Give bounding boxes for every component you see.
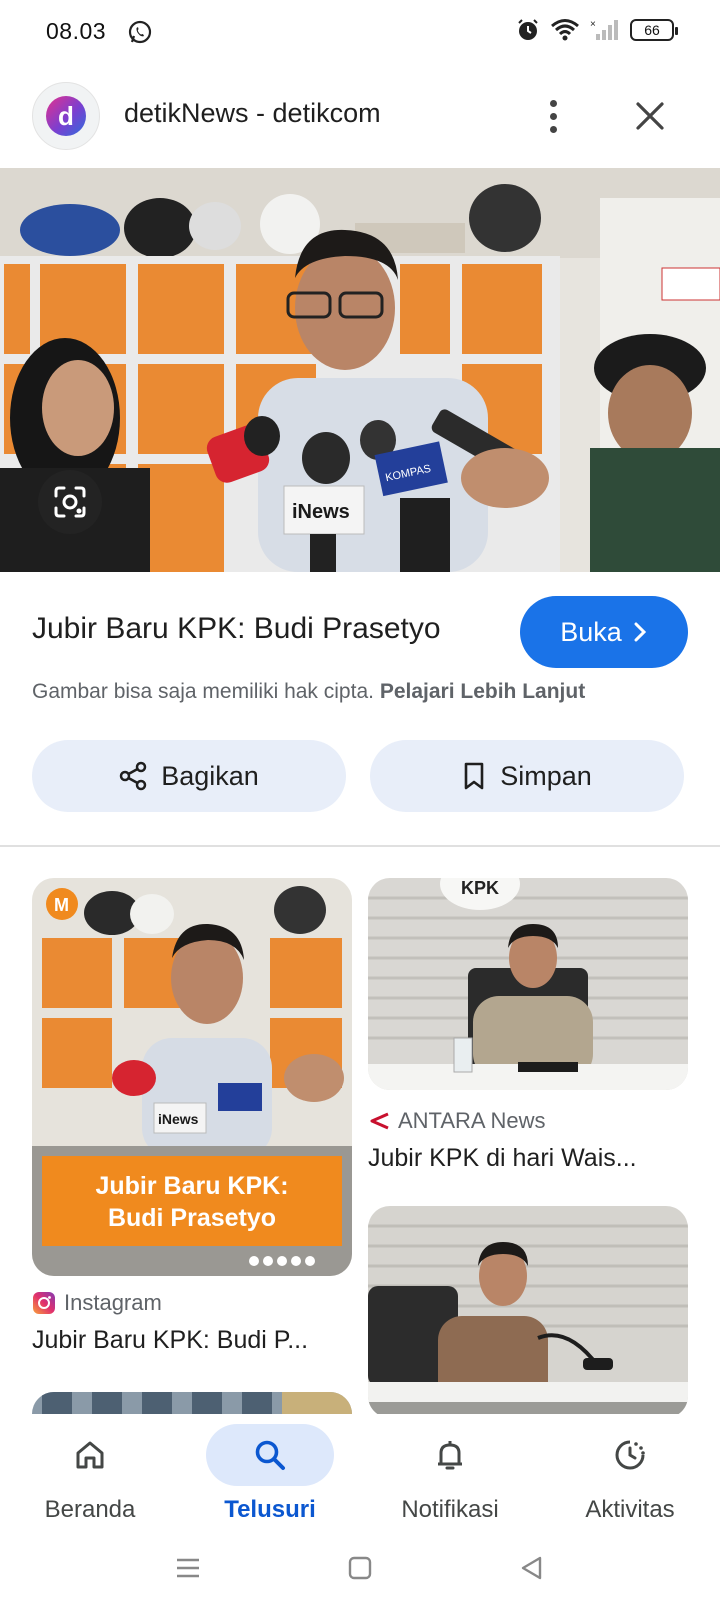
nav-activity-label: Aktivitas: [585, 1496, 675, 1523]
nav-search-label: Telusuri: [224, 1496, 316, 1523]
site-title[interactable]: detikNews - detikcom: [124, 98, 381, 129]
menu-icon[interactable]: [174, 1554, 202, 1582]
nav-notifications-icon-wrap: [386, 1424, 514, 1486]
svg-text:iNews: iNews: [292, 501, 350, 523]
svg-text:iNews: iNews: [158, 1111, 199, 1127]
related-source-name: ANTARA News: [398, 1108, 546, 1133]
open-button[interactable]: Buka: [520, 596, 688, 668]
related-image-3[interactable]: [368, 1206, 688, 1418]
thumbnail-headline-1: Jubir Baru KPK:: [95, 1172, 288, 1200]
nav-home[interactable]: Beranda: [0, 1414, 180, 1532]
save-button[interactable]: Simpan: [370, 740, 684, 812]
home-square-icon[interactable]: [346, 1554, 374, 1582]
save-label: Simpan: [500, 760, 592, 791]
section-divider: [0, 845, 720, 847]
antara-logo-icon: [370, 1112, 389, 1130]
back-triangle-icon[interactable]: [518, 1554, 546, 1582]
close-icon[interactable]: [630, 96, 670, 136]
nav-activity-icon-wrap: [566, 1424, 694, 1486]
lens-icon: [54, 486, 86, 518]
nav-search-icon-wrap: [206, 1424, 334, 1486]
copyright-text: Gambar bisa saja memiliki hak cipta.: [32, 680, 374, 703]
chevron-right-icon: [634, 622, 646, 642]
thumbnail-headline-2: Budi Prasetyo: [108, 1204, 276, 1232]
bell-icon: [438, 1441, 462, 1470]
svg-text:KPK: KPK: [461, 878, 499, 898]
whatsapp-icon: [128, 20, 152, 44]
nav-notifications[interactable]: Notifikasi: [360, 1414, 540, 1532]
antara-thumbnail: KPK: [368, 878, 688, 1090]
signal-icon: ×: [590, 19, 618, 40]
more-options-button[interactable]: [536, 92, 570, 140]
system-navigation-bar: [0, 1532, 720, 1612]
bookmark-icon: [464, 762, 484, 790]
nav-home-label: Beranda: [44, 1496, 136, 1523]
wifi-icon: [551, 19, 579, 41]
more-dot-icon: [549, 112, 557, 120]
nav-home-icon-wrap: [26, 1424, 154, 1486]
kpk-press-thumbnail: [368, 1206, 688, 1418]
share-label: Bagikan: [161, 760, 259, 791]
site-logo[interactable]: d: [32, 82, 100, 150]
svg-text:M: M: [54, 895, 69, 915]
hero-image[interactable]: iNews KOMPAS: [0, 168, 720, 572]
related-caption-1[interactable]: Jubir Baru KPK: Budi P...: [32, 1326, 352, 1355]
related-source-2: ANTARA News: [368, 1108, 546, 1134]
instagram-thumbnail: M iNews Jubir Baru KPK: Budi Prasetyo: [32, 878, 352, 1276]
battery-level: 66: [644, 22, 660, 38]
copyright-notice: Gambar bisa saja memiliki hak cipta. Pel…: [32, 680, 585, 704]
status-time: 08.03: [46, 18, 107, 44]
share-icon: [119, 761, 147, 791]
open-button-label: Buka: [560, 616, 622, 647]
nav-activity[interactable]: Aktivitas: [540, 1414, 720, 1532]
bottom-navigation: Beranda Telusuri Notifikasi Aktivitas: [0, 1414, 720, 1532]
status-bar: 08.03 × 66: [0, 0, 720, 66]
status-icons: × 66: [516, 18, 678, 42]
alarm-icon: [518, 19, 538, 40]
svg-text:×: ×: [590, 19, 596, 30]
activity-icon: [615, 1440, 645, 1470]
related-caption-2[interactable]: Jubir KPK di hari Wais...: [368, 1144, 688, 1173]
related-image-1[interactable]: M iNews Jubir Baru KPK: Budi Prasetyo: [32, 878, 352, 1276]
nav-search[interactable]: Telusuri: [180, 1414, 360, 1532]
source-header: d detikNews - detikcom: [0, 70, 720, 168]
related-source-name: Instagram: [64, 1290, 162, 1315]
instagram-icon: [33, 1292, 55, 1314]
home-icon: [76, 1441, 104, 1469]
related-source-1: Instagram: [32, 1290, 162, 1316]
share-button[interactable]: Bagikan: [32, 740, 346, 812]
more-dot-icon: [549, 125, 557, 133]
nav-notifications-label: Notifikasi: [401, 1496, 499, 1523]
detik-logo-icon: d: [46, 96, 86, 136]
learn-more-link[interactable]: Pelajari Lebih Lanjut: [380, 680, 585, 703]
battery-indicator: 66: [630, 19, 678, 41]
press-conference-photo: iNews KOMPAS: [0, 168, 720, 572]
related-image-2[interactable]: KPK: [368, 878, 688, 1090]
google-lens-button[interactable]: [38, 470, 102, 534]
more-dot-icon: [549, 99, 557, 107]
result-title: Jubir Baru KPK: Budi Prasetyo: [32, 612, 441, 645]
search-icon: [255, 1440, 285, 1470]
